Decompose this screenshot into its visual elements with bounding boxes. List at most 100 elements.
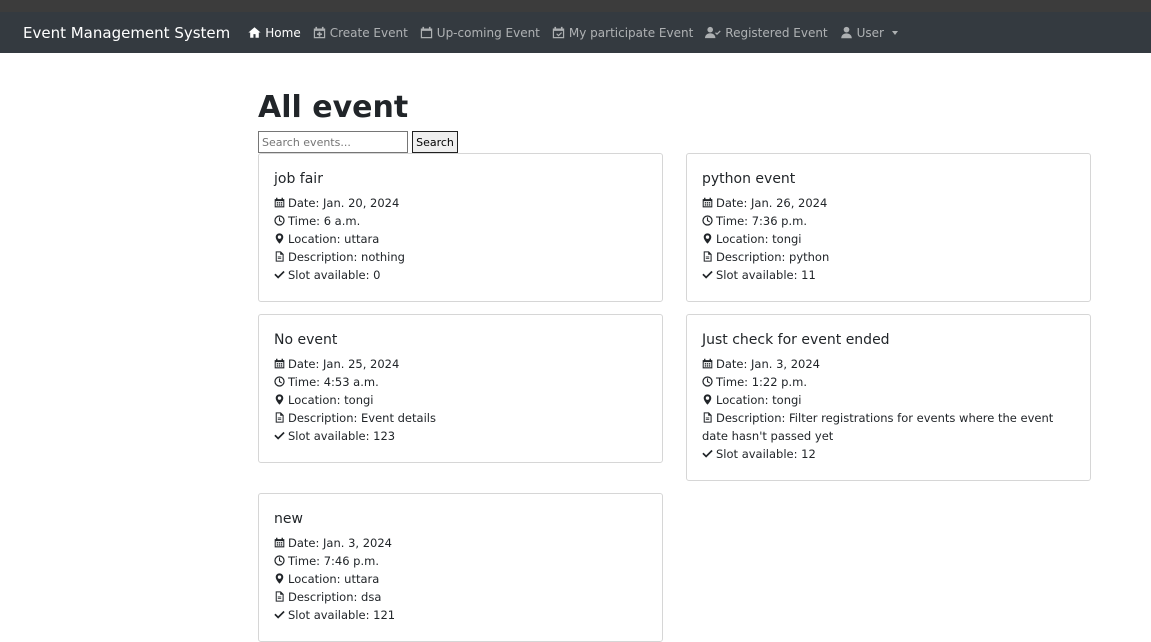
location-value: tongi: [772, 393, 802, 407]
file-icon: [702, 251, 713, 262]
time-value: 7:36 p.m.: [751, 214, 807, 228]
map-marker-icon: [274, 573, 285, 584]
event-time: Time: 7:36 p.m.: [702, 212, 1075, 230]
date-value: Jan. 20, 2024: [323, 196, 400, 210]
date-label: Date:: [716, 196, 748, 210]
time-label: Time:: [288, 214, 321, 228]
event-title: No event: [274, 332, 338, 348]
clock-icon: [702, 376, 713, 387]
location-value: tongi: [344, 393, 374, 407]
user-check-icon: [705, 26, 721, 39]
event-card: python event Date: Jan. 26, 2024 Time: 7…: [686, 153, 1091, 302]
event-date: Date: Jan. 25, 2024: [274, 355, 647, 373]
search-button[interactable]: Search: [412, 131, 458, 153]
event-slot: Slot available: 11: [702, 266, 1075, 284]
description-label: Description:: [716, 411, 786, 425]
event-description: Description: Filter registrations for ev…: [702, 409, 1075, 445]
nav-item-registered-event[interactable]: Registered Event: [705, 25, 828, 40]
calendar-icon: [274, 197, 285, 208]
date-label: Date:: [288, 536, 320, 550]
check-icon: [274, 430, 285, 441]
check-icon: [274, 609, 285, 620]
nav-item-label: Home: [265, 25, 301, 40]
description-value: nothing: [361, 250, 405, 264]
check-icon: [702, 269, 713, 280]
slot-value: 121: [373, 608, 396, 622]
time-value: 7:46 p.m.: [323, 554, 379, 568]
event-date: Date: Jan. 3, 2024: [274, 534, 647, 552]
event-time: Time: 7:46 p.m.: [274, 552, 647, 570]
event-description: Description: python: [702, 248, 1075, 266]
nav-item-label: My participate Event: [568, 25, 694, 40]
event-location: Location: tongi: [274, 391, 647, 409]
description-value: Event details: [361, 411, 436, 425]
calendar-icon: [274, 537, 285, 548]
map-marker-icon: [274, 394, 285, 405]
date-value: Jan. 3, 2024: [751, 357, 820, 371]
nav-links: Home Create Event Up-coming Event My par…: [248, 26, 898, 40]
event-description: Description: dsa: [274, 588, 647, 606]
event-location: Location: tongi: [702, 391, 1075, 409]
event-location: Location: uttara: [274, 230, 647, 248]
event-description: Description: nothing: [274, 248, 647, 266]
event-time: Time: 6 a.m.: [274, 212, 647, 230]
event-card: No event Date: Jan. 25, 2024 Time: 4:53 …: [258, 314, 663, 463]
nav-item-my-participate-event[interactable]: My participate Event: [552, 26, 693, 40]
description-value: python: [789, 250, 830, 264]
nav-item-label: Registered Event: [725, 25, 828, 40]
nav-item-label: Up-coming Event: [436, 25, 540, 40]
clock-icon: [274, 376, 285, 387]
nav-item-create-event[interactable]: Create Event: [313, 26, 408, 40]
location-value: uttara: [344, 232, 380, 246]
clock-icon: [702, 215, 713, 226]
check-icon: [702, 448, 713, 459]
date-label: Date:: [288, 357, 320, 371]
time-label: Time:: [288, 375, 321, 389]
event-location: Location: uttara: [274, 570, 647, 588]
time-label: Time:: [716, 214, 749, 228]
event-slot: Slot available: 12: [702, 445, 1075, 463]
event-title: python event: [702, 171, 796, 187]
time-value: 4:53 a.m.: [323, 375, 379, 389]
search-input[interactable]: [258, 131, 408, 153]
slot-label: Slot available:: [716, 447, 798, 461]
nav-item-user-dropdown[interactable]: User: [840, 26, 898, 40]
nav-item-home[interactable]: Home: [248, 25, 301, 40]
map-marker-icon: [274, 233, 285, 244]
brand-title[interactable]: Event Management System: [23, 24, 230, 42]
event-slot: Slot available: 121: [274, 606, 647, 624]
time-label: Time:: [288, 554, 321, 568]
nav-item-upcoming-event[interactable]: Up-coming Event: [420, 26, 540, 40]
date-value: Jan. 25, 2024: [323, 357, 400, 371]
nav-item-label: Create Event: [329, 25, 408, 40]
description-label: Description:: [288, 590, 358, 604]
location-label: Location:: [288, 572, 341, 586]
description-label: Description:: [288, 250, 358, 264]
user-icon: [840, 26, 853, 39]
slot-value: 123: [373, 429, 396, 443]
nav-item-label: User: [856, 25, 884, 40]
window-top-strip: [0, 0, 1151, 12]
clock-icon: [274, 555, 285, 566]
map-marker-icon: [702, 233, 713, 244]
event-slot: Slot available: 123: [274, 427, 647, 445]
slot-label: Slot available:: [716, 268, 798, 282]
location-label: Location:: [716, 232, 769, 246]
calendar-check-icon: [552, 26, 565, 39]
file-icon: [702, 412, 713, 423]
check-icon: [274, 269, 285, 280]
slot-label: Slot available:: [288, 429, 370, 443]
date-label: Date:: [716, 357, 748, 371]
calendar-icon: [420, 26, 433, 39]
calendar-icon: [702, 197, 713, 208]
file-icon: [274, 251, 285, 262]
event-slot: Slot available: 0: [274, 266, 647, 284]
slot-label: Slot available:: [288, 268, 370, 282]
file-icon: [274, 412, 285, 423]
description-label: Description:: [716, 250, 786, 264]
clock-icon: [274, 215, 285, 226]
date-value: Jan. 26, 2024: [751, 196, 828, 210]
event-date: Date: Jan. 3, 2024: [702, 355, 1075, 373]
time-value: 1:22 p.m.: [751, 375, 807, 389]
slot-value: 12: [801, 447, 816, 461]
